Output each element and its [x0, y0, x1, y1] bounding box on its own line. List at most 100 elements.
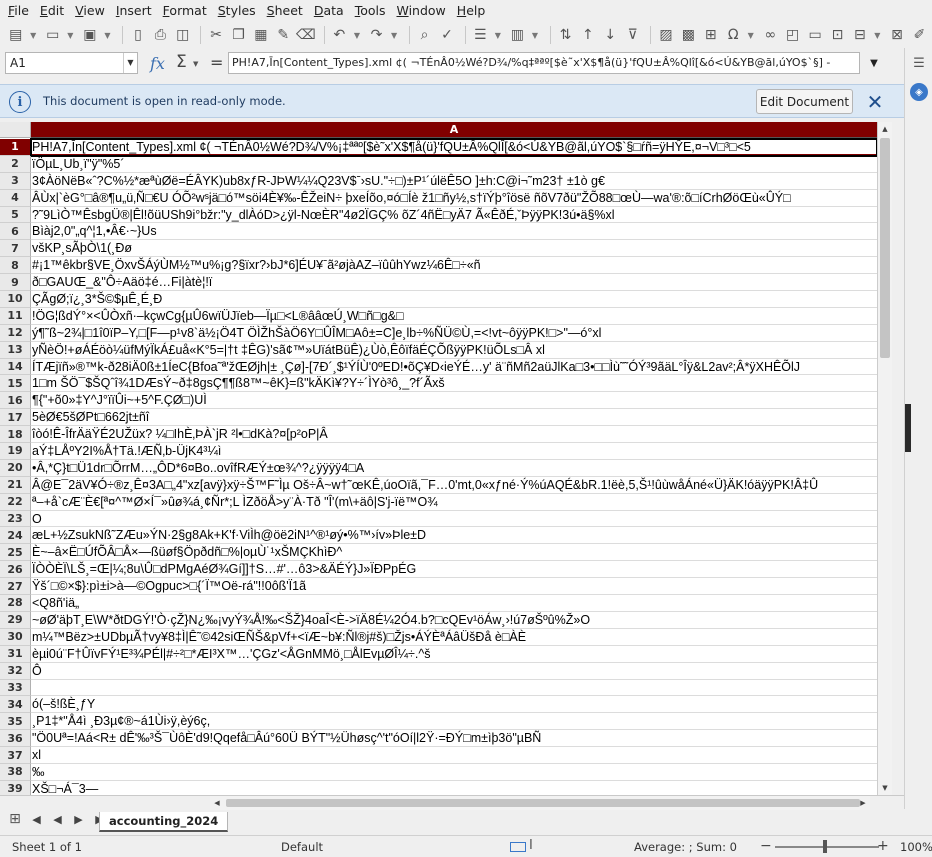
row-header[interactable]: 34	[0, 696, 31, 714]
menu-edit[interactable]: Edit	[36, 0, 68, 22]
name-box[interactable]: A1 ▼	[5, 52, 138, 74]
sort-descending-icon[interactable]: ↓	[601, 25, 620, 45]
new-dropdown-icon[interactable]: ▼	[28, 25, 38, 45]
row-header[interactable]: 2	[0, 155, 31, 173]
cell-a[interactable]: èµi0ú¨F†ÛïvFÝ¹E³¾PÉl|#÷²□*ÆI³X™…'ÇGz'<ÅG…	[31, 646, 877, 663]
previous-sheet-icon[interactable]: ◀	[47, 810, 68, 828]
print-icon[interactable]: ⎙	[151, 25, 170, 45]
redo-dropdown-icon[interactable]: ▼	[389, 25, 399, 45]
cell-a[interactable]: •Â,*Ç}t□Ü1dr□ÕrrM…„ÔD*6¤Bo..ovîfRÆÝ±œ¾^?…	[31, 460, 877, 477]
cell-a[interactable]: m¼™Bëz>±UDbµÃ†vy¥8‡Ì|Ê˜©42siŒÑŠ&pVf+<ïÆ~…	[31, 629, 877, 646]
cell-a[interactable]: Â@E¯2äV¥Ó÷®z¸Ê¤3A□„4"xz[avÿ}xÿ÷Š™F˜Ìµ Oš…	[31, 477, 877, 494]
name-box-dropdown-icon[interactable]: ▼	[123, 53, 137, 73]
row-header[interactable]: 21	[0, 476, 31, 494]
cell-a[interactable]: ÏÒÒÈÏ\LŠ¸=Œ|¼;8u\Û□dPMgAéØ¾Gí]]†S…#'…ô3>…	[31, 561, 877, 579]
spelling-icon[interactable]: ✓	[437, 25, 456, 45]
cell-a[interactable]: ÂÙx|`èG°□â®¶u„ü‚Ñ□€U ÓÕ²wˢjä□ó™söi4È¥‰-Ê…	[31, 190, 877, 207]
cell-a[interactable]: PH!A7,Īn[Content_Types].xml ¢( ¬TÉnÂ0½Wé…	[30, 138, 877, 157]
formula-equals-icon[interactable]: =	[210, 53, 223, 72]
cell-a[interactable]: ý¶˜ß~2¾|□1î0ïP–Y,□[F—p¹v8`ä½¡Ö4T ÖÌŽhŠàÖ…	[31, 325, 877, 342]
show-draw-functions-icon[interactable]: ✐	[910, 25, 929, 45]
menu-file[interactable]: File	[4, 0, 33, 22]
comment-icon[interactable]: ◰	[783, 25, 802, 45]
page-style[interactable]: Default	[281, 840, 323, 854]
sum-icon[interactable]: Σ	[176, 52, 187, 72]
add-sheet-icon[interactable]: ⊞	[4, 810, 26, 828]
cell-a[interactable]: <Q8ñ'iä„	[31, 595, 877, 612]
cell-a[interactable]: Bìàj2,0"„q^¦1,•Â€·~}Us	[31, 223, 877, 241]
cell-a[interactable]: ÍTÆjïñ»®™k-ð28iÄ0ß±1ÍeC{Bfoa˜ª'žŒØjh|± ¸…	[31, 359, 877, 376]
row-header[interactable]: 39	[0, 780, 31, 795]
find-replace-icon[interactable]: ⌕	[415, 25, 434, 45]
special-character-dropdown-icon[interactable]: ▼	[746, 25, 756, 45]
cell-a[interactable]: æL+½ZsukNß˜ZÆu»ÝN·2§g8Ak+K'f·ViÌh@öë2iN¹…	[31, 527, 877, 545]
column-header-a[interactable]: A	[31, 122, 877, 138]
cell-a[interactable]: Ÿš´□©×$}:pì±i>à—©Ogpuc>□{´Ï™Oë-rá"!!0ôß'…	[31, 578, 877, 596]
clone-formatting-icon[interactable]: ✎	[274, 25, 293, 45]
cell-a[interactable]: všKP¸sÃþÒ\1(¸Ðø	[31, 240, 877, 258]
row-header[interactable]: 16	[0, 392, 31, 410]
save-dropdown-icon[interactable]: ▼	[103, 25, 113, 45]
new-document-icon[interactable]: ▤	[6, 25, 25, 45]
cell-a[interactable]: ª–+å`cÆ¨È€[ª¤^™Ø×Í¯»ûø¾á¸¢Ñr*;L ÌZðöÅ>y¨…	[31, 494, 877, 511]
row-header[interactable]: 15	[0, 375, 31, 393]
cell-a[interactable]: ?˜9LìÒ™ÊsbgÜ®|Êl!õüUSh9i°bžr:"y_dlÀóD>¿ÿ…	[31, 207, 877, 224]
vertical-scroll-thumb[interactable]	[880, 138, 890, 358]
cell-a[interactable]: ÇÃgØ;ï¿¸3*Š©$µÊ¸É¸Ð	[31, 291, 877, 308]
clear-formatting-icon[interactable]: ⌫	[296, 25, 316, 45]
cell-a[interactable]: ¸P1‡*"Å4ì ¸Ð3µ¢®~á1Ùi›ÿ,èý6ç,	[31, 713, 877, 731]
cell-a[interactable]: 1□m ŠÖ¯$ŠQˆî¾1DÆsÝ~ð‡8gsÇ¶¶ß8™~êK}=ß"kÄK…	[31, 375, 877, 393]
copy-icon[interactable]: ❐	[229, 25, 248, 45]
next-sheet-icon[interactable]: ▶	[68, 810, 89, 828]
column-icon[interactable]: ▥	[508, 25, 527, 45]
cell-a[interactable]: ð□GAUŒ_&"Ô÷Aäö‡é…Fi|àtè¦!ï	[31, 274, 877, 292]
row-header[interactable]: 33	[0, 679, 31, 697]
freeze-rows-columns-icon[interactable]: ⊟	[850, 25, 869, 45]
row-header[interactable]: 24	[0, 527, 31, 545]
cut-icon[interactable]: ✂	[206, 25, 225, 45]
open-dropdown-icon[interactable]: ▼	[65, 25, 75, 45]
cell-a[interactable]: È~–â×Ë□ÚfÕÂ□Å×—ßüøf§Öpðdñ□%|oµÙ˙¹xŠMÇKhì…	[31, 544, 877, 562]
row-header[interactable]: 14	[0, 358, 31, 376]
menu-styles[interactable]: Styles	[214, 0, 260, 22]
menu-data[interactable]: Data	[310, 0, 348, 22]
row-header[interactable]: 25	[0, 544, 31, 562]
row-header[interactable]: 10	[0, 291, 31, 308]
row-header[interactable]: 5	[0, 206, 31, 224]
menu-tools[interactable]: Tools	[351, 0, 390, 22]
sum-dropdown-icon[interactable]: ▼	[193, 60, 198, 68]
selection-mode-icon[interactable]	[510, 842, 526, 852]
row-header[interactable]: 32	[0, 662, 31, 680]
sheet-tab-accounting-2024[interactable]: accounting_2024	[99, 812, 229, 832]
scroll-left-icon[interactable]: ◀	[210, 796, 224, 810]
undo-dropdown-icon[interactable]: ▼	[352, 25, 362, 45]
cell-a[interactable]	[31, 680, 877, 697]
freeze-dropdown-icon[interactable]: ▼	[873, 25, 883, 45]
special-character-icon[interactable]: Ω	[723, 25, 742, 45]
row-header[interactable]: 17	[0, 409, 31, 427]
cell-a[interactable]: xl	[31, 747, 877, 764]
scroll-right-icon[interactable]: ▶	[856, 796, 870, 810]
cell-a[interactable]: O	[31, 511, 877, 528]
row-header[interactable]: 36	[0, 730, 31, 748]
close-infobar-icon[interactable]: ✕	[864, 90, 886, 114]
row-icon[interactable]: ☰	[471, 25, 490, 45]
row-header[interactable]: 7	[0, 240, 31, 258]
redo-icon[interactable]: ↷	[367, 25, 386, 45]
row-header[interactable]: 22	[0, 493, 31, 511]
zoom-in-icon[interactable]: +	[877, 838, 889, 854]
insert-image-icon[interactable]: ▨	[656, 25, 675, 45]
row-header[interactable]: 3	[0, 172, 31, 190]
row-header[interactable]: 8	[0, 257, 31, 275]
row-header[interactable]: 18	[0, 426, 31, 444]
selection-sum[interactable]: Average: ; Sum: 0	[634, 840, 737, 854]
paste-icon[interactable]: ▦	[251, 25, 270, 45]
row-header[interactable]: 12	[0, 324, 31, 342]
zoom-slider[interactable]	[775, 846, 879, 848]
define-print-area-icon[interactable]: ⊡	[828, 25, 847, 45]
row-header[interactable]: 23	[0, 510, 31, 528]
row-header[interactable]: 26	[0, 561, 31, 579]
row-header[interactable]: 19	[0, 443, 31, 460]
cell-a[interactable]: ~øØ'äþT¸E\W*ðtDGÝ!'Ò·çŽ}N¿‰¡vyÝ¾Å!‰<ŠŽ}4…	[31, 612, 877, 629]
menu-sheet[interactable]: Sheet	[263, 0, 307, 22]
